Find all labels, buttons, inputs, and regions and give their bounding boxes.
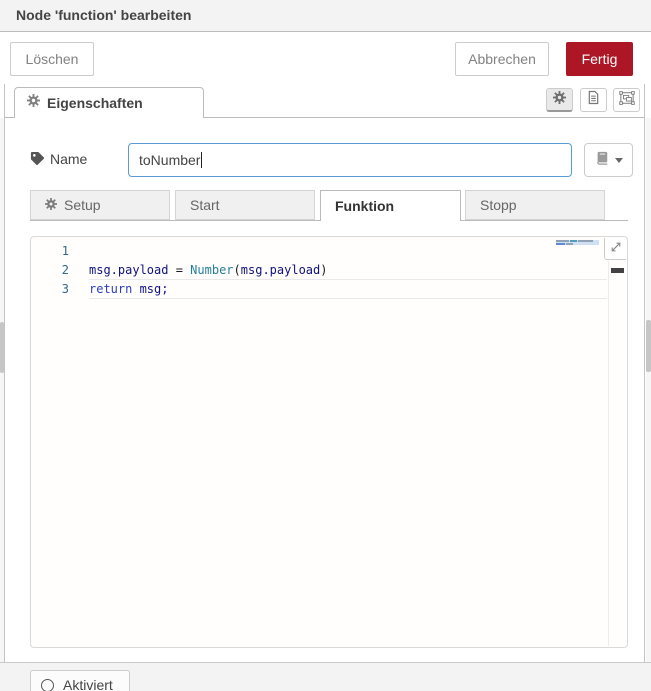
code-line: 2 msg.payload = Number(msg.payload): [31, 261, 607, 280]
gear-icon: [27, 94, 40, 112]
dialog-header: Node 'function' bearbeiten: [0, 0, 651, 32]
expand-editor-button[interactable]: [604, 238, 626, 260]
tab-funktion[interactable]: Funktion: [320, 190, 461, 221]
edit-node-dialog: Node 'function' bearbeiten Löschen Abbre…: [0, 0, 651, 691]
minimap-slider: [556, 240, 599, 245]
text-cursor: [201, 152, 202, 168]
description-view-button[interactable]: [580, 88, 607, 112]
code-lines: 1 2 msg.payload = Number(msg.payload) 3 …: [31, 242, 607, 299]
editor-scrollbar-thumb[interactable]: [611, 268, 624, 273]
name-label: Name: [50, 151, 87, 167]
code-editor[interactable]: 1 2 msg.payload = Number(msg.payload) 3 …: [30, 236, 628, 648]
delete-button[interactable]: Löschen: [10, 42, 94, 76]
document-icon: [587, 90, 600, 110]
dialog-left-border: [4, 84, 5, 662]
cancel-button[interactable]: Abbrechen: [455, 42, 549, 76]
node-enabled-label: Aktiviert: [63, 677, 113, 691]
tab-setup[interactable]: Setup: [30, 190, 170, 220]
name-input-value: toNumber: [139, 152, 200, 168]
line-number: 1: [31, 242, 69, 261]
tab-properties-label: Eigenschaften: [47, 95, 143, 111]
appearance-view-button[interactable]: [613, 88, 640, 112]
editor-minimap[interactable]: [556, 240, 599, 249]
book-icon: [595, 151, 609, 170]
left-scrollbar-thumb[interactable]: [0, 322, 4, 373]
chevron-down-icon: [615, 158, 623, 163]
done-button-label: Fertig: [582, 51, 618, 67]
tag-icon: [30, 151, 45, 171]
library-button[interactable]: [584, 143, 633, 177]
tab-stopp-label: Stopp: [480, 197, 517, 213]
properties-view-button[interactable]: [546, 88, 573, 112]
editor-scrollbar[interactable]: [608, 261, 627, 646]
name-input[interactable]: toNumber: [128, 143, 572, 177]
circle-icon: [41, 679, 54, 691]
code-line: 3 return msg;: [31, 280, 607, 299]
done-button[interactable]: Fertig: [566, 42, 633, 76]
dialog-title: Node 'function' bearbeiten: [16, 0, 191, 31]
tab-start[interactable]: Start: [175, 190, 315, 220]
line-number: 3: [31, 280, 69, 299]
tab-setup-label: Setup: [64, 197, 101, 213]
tab-funktion-label: Funktion: [335, 198, 394, 214]
tab-start-label: Start: [190, 197, 220, 213]
object-group-icon: [619, 91, 635, 110]
line-number: 2: [31, 261, 69, 280]
cancel-button-label: Abbrechen: [468, 51, 536, 67]
dialog-footer: Aktiviert: [0, 662, 651, 691]
right-scrollbar-track: [646, 118, 651, 662]
left-scrollbar-track: [0, 118, 4, 662]
right-scrollbar-thumb[interactable]: [646, 320, 651, 372]
expand-icon: [610, 240, 622, 258]
gear-icon: [553, 91, 566, 109]
gear-icon: [45, 197, 57, 213]
delete-button-label: Löschen: [26, 51, 79, 67]
node-enabled-toggle[interactable]: Aktiviert: [30, 670, 130, 691]
code-line: 1: [31, 242, 607, 261]
tab-properties[interactable]: Eigenschaften: [14, 87, 204, 118]
tab-stopp[interactable]: Stopp: [465, 190, 605, 220]
dialog-right-border: [644, 84, 645, 662]
